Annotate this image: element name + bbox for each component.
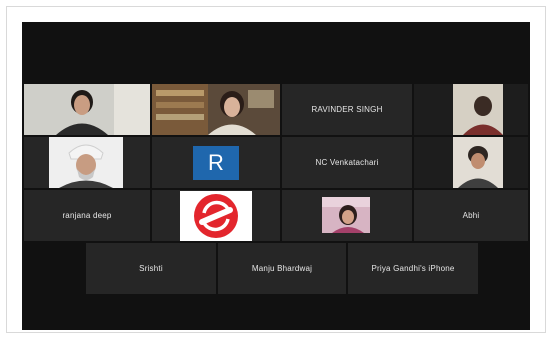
participant-tile-ranjana-deep[interactable]: ranjana deep xyxy=(24,190,150,241)
participant-tile-manju-bhardwaj[interactable]: Manju Bhardwaj xyxy=(218,243,346,294)
participant-tile-video-2[interactable] xyxy=(414,84,528,135)
participant-name: Abhi xyxy=(462,211,480,220)
participant-tile-video-3[interactable] xyxy=(24,137,150,188)
participant-profile-photo xyxy=(322,197,370,233)
participant-tile-nc-venkatachari[interactable]: NC Venkatachari xyxy=(282,137,412,188)
participant-tile-ravinder-singh[interactable]: RAVINDER SINGH xyxy=(282,84,412,135)
participant-name: ranjana deep xyxy=(62,211,112,220)
participant-tile-video-1[interactable] xyxy=(24,84,150,135)
participant-tile-abhi[interactable]: Abhi xyxy=(414,190,528,241)
participant-logo-avatar xyxy=(180,190,252,241)
participant-tile-r[interactable]: R xyxy=(152,137,280,188)
participant-name: NC Venkatachari xyxy=(315,158,379,167)
participant-video xyxy=(152,84,280,135)
participant-name: RAVINDER SINGH xyxy=(311,105,383,114)
participant-name: Srishti xyxy=(139,264,163,273)
participant-video xyxy=(453,84,503,135)
participant-tile-video-4[interactable] xyxy=(414,137,528,188)
participant-tile-video-active-speaker[interactable] xyxy=(152,84,280,135)
participant-video xyxy=(453,137,503,188)
participant-video xyxy=(24,84,150,135)
participant-video xyxy=(49,137,123,188)
participant-name: Manju Bhardwaj xyxy=(251,264,313,273)
brand-logo-icon xyxy=(194,193,238,238)
participant-tile-video-5[interactable] xyxy=(282,190,412,241)
participant-tile-priya-gandhis-iphone[interactable]: Priya Gandhi's iPhone xyxy=(348,243,478,294)
participant-tile-logo[interactable] xyxy=(152,190,280,241)
participant-tile-srishti[interactable]: Srishti xyxy=(86,243,216,294)
participant-initial-avatar: R xyxy=(193,145,239,180)
video-call-gallery: RAVINDER SINGH R NC Venkatachari ranjana… xyxy=(22,22,530,330)
participant-name: Priya Gandhi's iPhone xyxy=(371,264,455,273)
